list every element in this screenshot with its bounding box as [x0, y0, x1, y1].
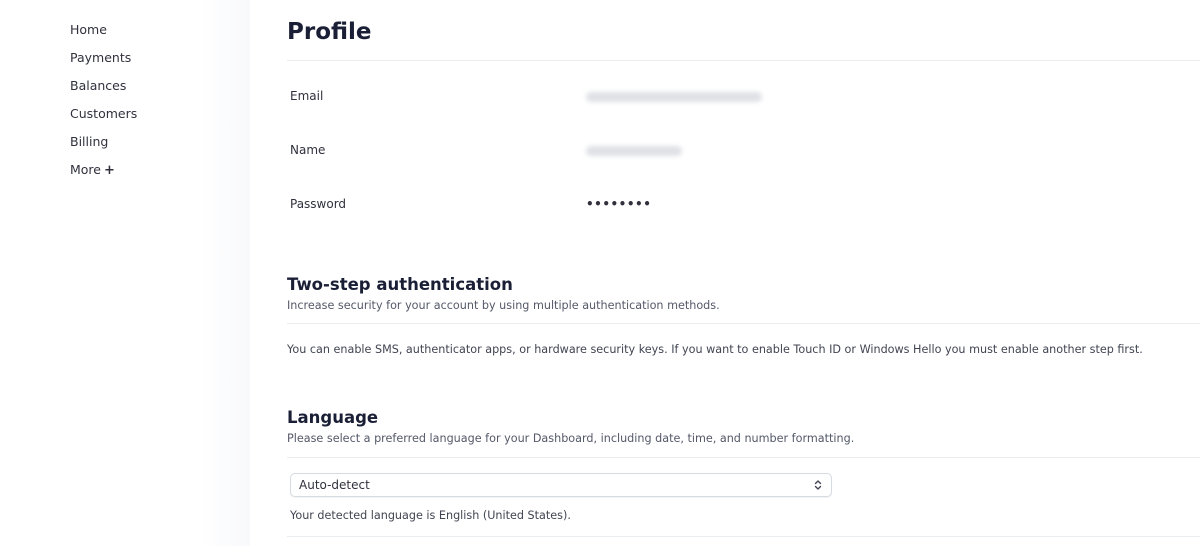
divider	[287, 323, 1200, 324]
password-label: Password	[290, 197, 347, 211]
divider	[287, 60, 1200, 61]
name-label: Name	[290, 143, 326, 157]
divider	[287, 536, 1200, 537]
two-step-description: You can enable SMS, authenticator apps, …	[287, 343, 1143, 356]
page-title: Profile	[287, 19, 372, 45]
name-value-redacted	[586, 146, 682, 156]
password-value: ••••••••	[586, 197, 652, 211]
two-step-title: Two-step authentication	[287, 275, 513, 294]
language-select-value: Auto-detect	[299, 478, 370, 492]
two-step-subtitle: Increase security for your account by us…	[287, 299, 720, 312]
language-hint: Your detected language is English (Unite…	[290, 509, 571, 522]
language-select[interactable]: Auto-detect	[290, 473, 832, 497]
chevron-up-down-icon	[814, 480, 822, 490]
language-subtitle: Please select a preferred language for y…	[287, 432, 855, 445]
email-label: Email	[290, 89, 324, 103]
email-value-redacted	[586, 92, 762, 102]
language-title: Language	[287, 408, 379, 427]
main-content: Profile Email Name Password •••••••• Two…	[0, 0, 1200, 546]
divider	[287, 457, 1200, 458]
